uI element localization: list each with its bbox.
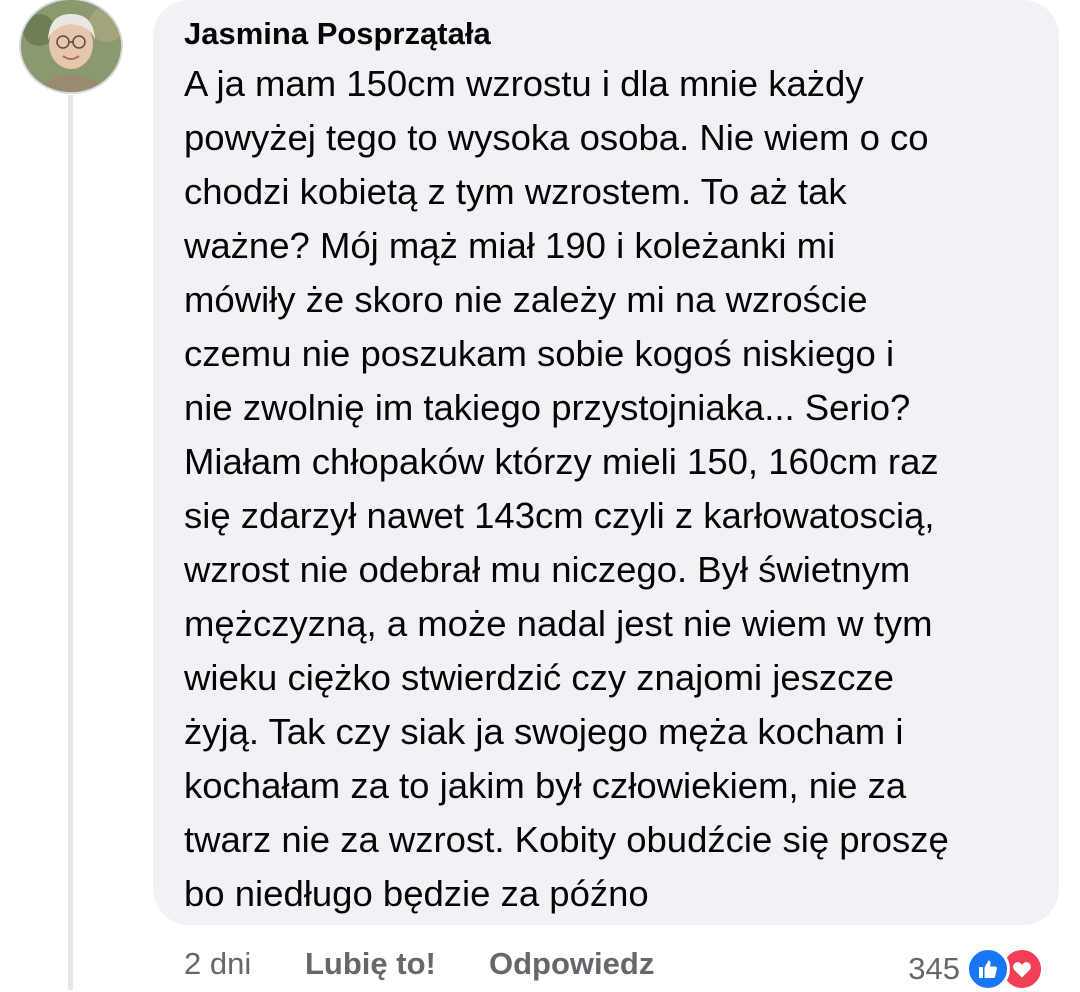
comment-text: A ja mam 150cm wzrostu i dla mnie każdy …: [184, 57, 1029, 921]
comment-text-line: żyją. Tak czy siak ja swojego męża kocha…: [184, 711, 904, 752]
comment-text-line: bo niedługo będzie za późno: [184, 873, 649, 914]
reaction-count[interactable]: 345: [908, 946, 960, 992]
comment-text-line: nie zwolnię im takiego przystojniaka... …: [184, 387, 911, 428]
comment-bubble: Jasmina Posprzątała A ja mam 150cm wzros…: [153, 0, 1059, 925]
comment-text-line: A ja mam 150cm wzrostu i dla mnie każdy: [184, 63, 864, 104]
comment-timestamp[interactable]: 2 dni: [184, 942, 251, 986]
comment-text-line: ważne? Mój mąż miał 190 i koleżanki mi: [184, 225, 836, 266]
avatar[interactable]: [21, 0, 121, 92]
like-icon: [966, 947, 1010, 991]
comment-text-line: mężczyzną, a może nadal jest nie wiem w …: [184, 603, 933, 644]
comment-text-line: mówiły że skoro nie zależy mi na wzrości…: [184, 279, 868, 320]
comment-text-line: wieku ciężko stwierdzić czy znajomi jesz…: [184, 657, 894, 698]
comment-text-line: powyżej tego to wysoka osoba. Nie wiem o…: [184, 117, 929, 158]
comment-text-line: czemu nie poszukam sobie kogoś niskiego …: [184, 333, 895, 374]
comment-text-line: twarz nie za wzrost. Kobity obudźcie się…: [184, 819, 949, 860]
reactions-summary[interactable]: 345: [908, 946, 1044, 992]
comment-text-line: chodzi kobietą z tym wzrostem. To aż tak: [184, 171, 847, 212]
comment-author[interactable]: Jasmina Posprzątała: [184, 14, 1029, 54]
comment-text-line: Miałam chłopaków którzy mieli 150, 160cm…: [184, 441, 939, 482]
reply-button[interactable]: Odpowiedz: [489, 942, 654, 986]
comment-text-line: wzrost nie odebrał mu niczego. Był świet…: [184, 549, 911, 590]
comment-text-line: kochałam za to jakim był człowiekiem, ni…: [184, 765, 907, 806]
like-button[interactable]: Lubię to!: [305, 942, 436, 986]
reply-thread-line: [68, 95, 73, 990]
comment-text-line: się zdarzył nawet 143cm czyli z karłowat…: [184, 495, 935, 536]
